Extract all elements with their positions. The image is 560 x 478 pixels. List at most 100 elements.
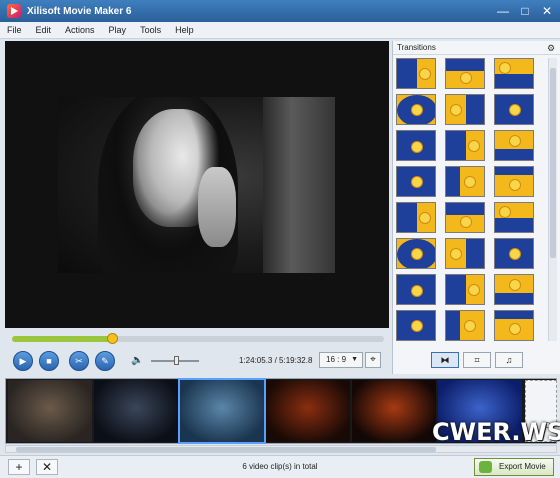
tile-pattern bbox=[446, 131, 466, 160]
sun-icon bbox=[411, 176, 423, 188]
tile-pattern bbox=[495, 218, 533, 232]
transition-tile[interactable] bbox=[396, 94, 436, 125]
app-logo-icon bbox=[7, 4, 21, 18]
transition-tile[interactable] bbox=[396, 202, 436, 233]
transitions-panel: Transitions ⚙ ⧓ ⌗ ♫ bbox=[392, 41, 560, 374]
clip-night-road[interactable] bbox=[94, 380, 178, 442]
cut-button[interactable]: ✂ bbox=[69, 351, 89, 371]
sun-icon bbox=[419, 68, 431, 80]
transition-tile[interactable] bbox=[396, 166, 436, 197]
tile-pattern bbox=[397, 59, 417, 88]
remove-clip-button[interactable]: ✕ bbox=[36, 459, 58, 475]
transitions-title: Transitions bbox=[393, 41, 560, 55]
sun-icon bbox=[499, 62, 511, 74]
sun-icon bbox=[460, 216, 472, 228]
sun-icon bbox=[450, 248, 462, 260]
export-movie-button[interactable]: Export Movie bbox=[474, 458, 554, 476]
transition-tile[interactable] bbox=[445, 274, 485, 305]
transition-tile[interactable] bbox=[445, 166, 485, 197]
play-button[interactable]: ▶ bbox=[13, 351, 33, 371]
transition-tile[interactable] bbox=[494, 166, 534, 197]
menu-actions[interactable]: Actions bbox=[65, 25, 95, 35]
transition-tile[interactable] bbox=[494, 130, 534, 161]
seek-bar[interactable] bbox=[12, 333, 384, 344]
menu-tools[interactable]: Tools bbox=[140, 25, 161, 35]
tile-pattern bbox=[446, 59, 484, 71]
chevron-down-icon: ▼ bbox=[351, 356, 358, 363]
volume-icon[interactable]: 🔈 bbox=[131, 355, 143, 366]
transition-tile[interactable] bbox=[494, 94, 534, 125]
scrollbar-thumb[interactable] bbox=[550, 68, 556, 258]
transition-tile[interactable] bbox=[445, 310, 485, 341]
gear-icon[interactable]: ⚙ bbox=[546, 43, 556, 53]
volume-slider[interactable] bbox=[151, 356, 199, 365]
transition-tile[interactable] bbox=[494, 202, 534, 233]
edit-button[interactable]: ✎ bbox=[95, 351, 115, 371]
minimize-button[interactable]: — bbox=[496, 4, 510, 18]
transition-tile[interactable] bbox=[396, 310, 436, 341]
transition-tile[interactable] bbox=[445, 94, 485, 125]
transition-tile[interactable] bbox=[396, 274, 436, 305]
sun-icon bbox=[411, 248, 423, 260]
tile-pattern bbox=[466, 239, 484, 268]
sun-icon bbox=[509, 104, 521, 116]
clip-drummer[interactable] bbox=[266, 380, 350, 442]
sun-icon bbox=[411, 104, 423, 116]
transition-tile[interactable] bbox=[494, 58, 534, 89]
tab-transitions[interactable]: ⧓ bbox=[431, 352, 459, 368]
transition-tile[interactable] bbox=[396, 238, 436, 269]
sun-icon bbox=[509, 179, 521, 191]
sun-icon bbox=[411, 141, 423, 153]
volume-handle[interactable] bbox=[174, 356, 180, 365]
transition-tile[interactable] bbox=[445, 238, 485, 269]
maximize-button[interactable]: □ bbox=[518, 4, 532, 18]
video-frame bbox=[58, 97, 335, 273]
stop-button[interactable]: ■ bbox=[39, 351, 59, 371]
transition-tile[interactable] bbox=[445, 130, 485, 161]
sun-icon bbox=[464, 320, 476, 332]
menu-edit[interactable]: Edit bbox=[36, 25, 52, 35]
transitions-scrollbar[interactable] bbox=[548, 58, 557, 341]
transition-tile[interactable] bbox=[396, 130, 436, 161]
export-icon bbox=[479, 461, 492, 473]
transition-tile[interactable] bbox=[494, 274, 534, 305]
aspect-ratio-select[interactable]: 16 : 9 ▼ bbox=[319, 352, 363, 368]
menu-file[interactable]: File bbox=[7, 25, 22, 35]
transition-tile[interactable] bbox=[494, 238, 534, 269]
tab-music[interactable]: ♫ bbox=[495, 352, 523, 368]
menu-help[interactable]: Help bbox=[175, 25, 194, 35]
sun-icon bbox=[509, 135, 521, 147]
transitions-grid bbox=[396, 58, 546, 341]
seek-bar-fill bbox=[12, 336, 113, 342]
scrollbar-thumb[interactable] bbox=[16, 447, 436, 452]
tile-pattern bbox=[495, 74, 533, 88]
timecode: 1:24:05.3 / 5:19:32.8 bbox=[239, 356, 313, 365]
sun-icon bbox=[509, 323, 521, 335]
window-title: Xilisoft Movie Maker 6 bbox=[27, 5, 132, 17]
tile-pattern bbox=[397, 203, 417, 232]
menu-play[interactable]: Play bbox=[109, 25, 127, 35]
clip-man-portrait[interactable] bbox=[8, 380, 92, 442]
seek-handle[interactable] bbox=[107, 333, 119, 344]
transition-tile[interactable] bbox=[494, 310, 534, 341]
player-controls: ▶ ■ ✂ ✎ 🔈 1:24:05.3 / 5:19:32.8 16 : 9 ▼… bbox=[5, 348, 389, 374]
transition-tile[interactable] bbox=[445, 58, 485, 89]
snapshot-button[interactable]: ⌖ bbox=[365, 352, 381, 368]
title-bar: Xilisoft Movie Maker 6 — □ ✕ bbox=[0, 0, 560, 22]
sun-icon bbox=[460, 72, 472, 84]
tab-crop[interactable]: ⌗ bbox=[463, 352, 491, 368]
tile-pattern bbox=[446, 203, 484, 215]
sun-icon bbox=[411, 285, 423, 297]
tile-pattern bbox=[466, 95, 484, 124]
transition-tile[interactable] bbox=[445, 202, 485, 233]
watermark: CWER.WS bbox=[432, 418, 560, 446]
transition-tile[interactable] bbox=[396, 58, 436, 89]
tile-pattern bbox=[446, 311, 460, 340]
close-button[interactable]: ✕ bbox=[540, 4, 554, 18]
video-preview[interactable] bbox=[5, 41, 389, 328]
timeline-scrollbar[interactable] bbox=[5, 445, 557, 453]
clip-woman-face[interactable] bbox=[178, 378, 266, 444]
tile-pattern bbox=[495, 149, 533, 160]
add-clip-button[interactable]: + bbox=[8, 459, 30, 475]
clip-dark-room[interactable] bbox=[352, 380, 436, 442]
